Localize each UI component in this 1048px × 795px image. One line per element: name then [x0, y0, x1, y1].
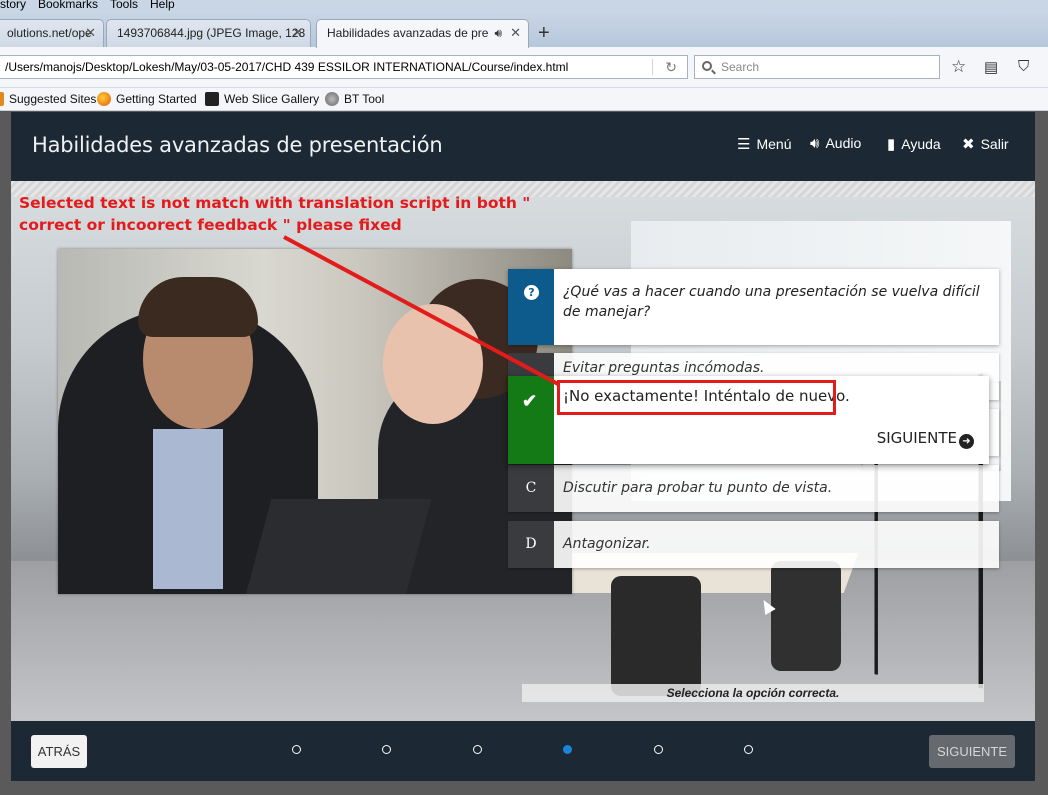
- bookmarks-toolbar: Suggested Sites Getting Started Web Slic…: [0, 88, 1048, 111]
- bookmark-label: Getting Started: [116, 92, 197, 106]
- bookmark-suggested-sites[interactable]: Suggested Sites: [0, 92, 96, 106]
- option-letter: D: [508, 521, 554, 568]
- page-dot-2[interactable]: [382, 745, 391, 754]
- audio-label: Audio: [825, 135, 862, 151]
- url-text: /Users/manojs/Desktop/Lokesh/May/03-05-2…: [5, 60, 569, 74]
- tab-course[interactable]: Habilidades avanzadas de pre 🔊︎ ✕: [316, 19, 529, 48]
- page-dot-5[interactable]: [654, 745, 663, 754]
- search-placeholder: Search: [721, 60, 760, 74]
- instruction-text: Selecciona la opción correcta.: [522, 684, 984, 702]
- page-dot-3[interactable]: [473, 745, 482, 754]
- option-d[interactable]: D Antagonizar.: [508, 521, 999, 568]
- question-badge: ?: [508, 269, 554, 345]
- woman-head: [383, 304, 483, 424]
- question-card: ? ¿Qué vas a hacer cuando una presentaci…: [508, 269, 999, 345]
- menu-help[interactable]: Help: [150, 0, 175, 10]
- page-dot-1[interactable]: [292, 745, 301, 754]
- menu-button[interactable]: ☰ Menú: [737, 135, 791, 153]
- menu-label: Menú: [756, 136, 792, 152]
- question-stage: ? ¿Qué vas a hacer cuando una presentaci…: [11, 181, 1035, 721]
- close-icon[interactable]: ✕: [85, 20, 96, 46]
- help-label: Ayuda: [901, 136, 941, 152]
- bookmark-web-slice-gallery[interactable]: Web Slice Gallery: [205, 92, 319, 106]
- reading-list-icon[interactable]: ▤: [984, 58, 998, 76]
- exit-label: Salir: [980, 136, 1009, 152]
- close-icon: ✖: [962, 136, 975, 153]
- globe-icon: [325, 92, 339, 106]
- bookmark-bt-tool[interactable]: BT Tool: [325, 92, 384, 106]
- book-icon: ▮: [887, 136, 896, 153]
- menu-tools[interactable]: Tools: [110, 0, 138, 10]
- option-text: Discutir para probar tu punto de vista.: [563, 480, 833, 496]
- close-icon[interactable]: ✕: [510, 20, 521, 46]
- bookmark-label: BT Tool: [344, 92, 385, 106]
- course-header: Habilidades avanzadas de presentación ☰ M…: [11, 112, 1035, 181]
- question-mark-icon: ?: [524, 285, 539, 300]
- next-button[interactable]: SIGUIENTE: [929, 735, 1015, 768]
- tab-solutions[interactable]: olutions.net/ope ✕: [0, 19, 104, 47]
- option-text: Antagonizar.: [563, 536, 651, 552]
- tab-label: 1493706844.jpg (JPEG Image, 128: [117, 26, 306, 40]
- tab-label: Habilidades avanzadas de pre: [327, 26, 489, 40]
- review-annotation-text: Selected text is not match with translat…: [19, 194, 531, 234]
- ie-bookmark-icon: [0, 92, 4, 106]
- background-chair: [771, 561, 841, 671]
- review-highlight-box: [557, 380, 836, 415]
- man-hair: [138, 277, 258, 337]
- arrow-right-icon: ➜: [959, 434, 974, 449]
- url-bar[interactable]: /Users/manojs/Desktop/Lokesh/May/03-05-2…: [0, 55, 688, 79]
- option-c[interactable]: C Discutir para probar tu punto de vista…: [508, 465, 999, 512]
- back-button[interactable]: ATRÁS: [31, 735, 87, 768]
- scenario-photo: [58, 249, 572, 594]
- feedback-next-button[interactable]: SIGUIENTE ➜: [877, 429, 974, 449]
- course-footer: ATRÁS SIGUIENTE: [11, 721, 1035, 781]
- list-icon: ☰: [737, 136, 751, 153]
- feedback-next-label: SIGUIENTE: [876, 429, 957, 447]
- help-button[interactable]: ▮ Ayuda: [887, 135, 941, 153]
- menu-bar: story Bookmarks Tools Help: [0, 0, 1048, 13]
- page-dot-4-current[interactable]: [563, 745, 572, 754]
- firefox-icon: [97, 92, 111, 106]
- navigation-bar: /Users/manojs/Desktop/Lokesh/May/03-05-2…: [0, 47, 1048, 88]
- speaker-icon[interactable]: 🔊︎: [494, 20, 502, 46]
- course-title: Habilidades avanzadas de presentación: [32, 133, 443, 157]
- search-icon: [702, 61, 712, 71]
- bookmark-label: Suggested Sites: [9, 92, 97, 106]
- reload-icon[interactable]: ↻: [665, 56, 677, 78]
- exit-button[interactable]: ✖ Salir: [962, 135, 1009, 153]
- background-chair: [611, 576, 701, 696]
- bookmark-label: Web Slice Gallery: [224, 92, 320, 106]
- speaker-icon: 🔊︎: [810, 135, 820, 152]
- man-shirt: [153, 429, 223, 589]
- tab-label: olutions.net/ope: [7, 26, 92, 40]
- check-icon: ✔: [522, 391, 538, 411]
- close-icon[interactable]: ✕: [292, 20, 303, 46]
- new-tab-icon[interactable]: +: [538, 22, 550, 45]
- option-letter: C: [508, 465, 554, 512]
- audio-button[interactable]: 🔊︎ Audio: [810, 135, 861, 152]
- pocket-icon[interactable]: ⛉: [1018, 58, 1029, 75]
- tab-strip: olutions.net/ope ✕ 1493706844.jpg (JPEG …: [0, 13, 1048, 48]
- correct-badge: ✔: [508, 376, 554, 464]
- bookmark-star-icon[interactable]: ☆: [951, 57, 966, 77]
- page-dot-6[interactable]: [744, 745, 753, 754]
- tab-jpeg-image[interactable]: 1493706844.jpg (JPEG Image, 128 ✕: [106, 19, 311, 47]
- search-input[interactable]: Search: [694, 55, 940, 79]
- menu-bookmarks[interactable]: Bookmarks: [38, 0, 98, 10]
- web-slice-icon: [205, 92, 219, 106]
- question-text: ¿Qué vas a hacer cuando una presentación…: [563, 284, 980, 320]
- bookmark-getting-started[interactable]: Getting Started: [97, 92, 197, 106]
- device-figure: [244, 499, 432, 594]
- menu-history[interactable]: story: [0, 0, 26, 10]
- url-separator: [652, 59, 653, 75]
